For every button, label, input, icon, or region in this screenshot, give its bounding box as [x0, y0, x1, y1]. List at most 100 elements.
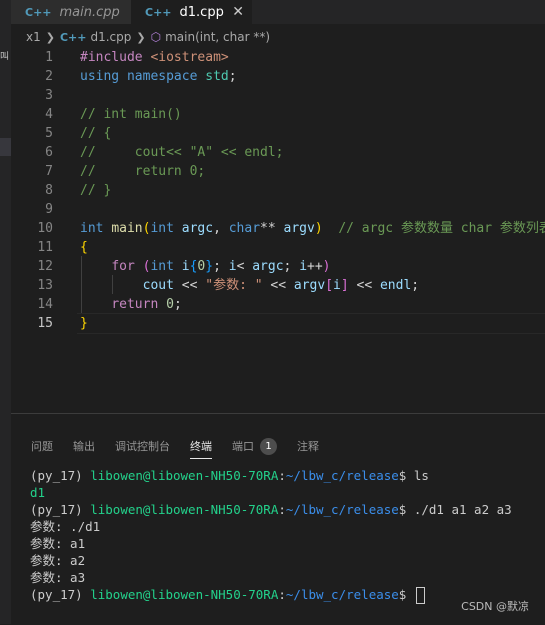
tab-problems[interactable]: 问题: [31, 438, 53, 454]
terminal-output[interactable]: (py_17) libowen@libowen-NH50-70RA: ~/lbw_…: [30, 467, 512, 604]
tab-d1-cpp[interactable]: C++ d1.cpp ✕: [131, 0, 252, 24]
tab-comments[interactable]: 注释: [297, 438, 319, 454]
code-token: // {: [80, 126, 112, 141]
code-line[interactable]: 3: [11, 86, 545, 105]
code-line[interactable]: 13 cout << "参数: " << argv[i] << endl;: [11, 276, 545, 295]
terminal-line: 参数: a1: [30, 535, 512, 552]
terminal-line: d1: [30, 484, 512, 501]
breadcrumb-file[interactable]: d1.cpp: [90, 30, 131, 44]
tab-output[interactable]: 输出: [73, 438, 95, 454]
code-token: // int main(): [80, 107, 182, 122]
code-token: ;: [411, 278, 420, 293]
code-line[interactable]: 2 using namespace std;: [11, 67, 545, 86]
tab-terminal[interactable]: 终端: [190, 438, 212, 459]
terminal-text: libowen@libowen-NH50-70RA: [90, 587, 279, 602]
code-text: // {: [80, 124, 111, 143]
code-line[interactable]: 7 // return 0;: [11, 162, 545, 181]
terminal-text: d1: [30, 485, 46, 500]
terminal-text: ~/lbw_c/release: [285, 468, 399, 483]
code-line[interactable]: 6 // cout<< "A" << endl;: [11, 143, 545, 162]
code-token: return: [111, 297, 159, 312]
code-text: // }: [80, 181, 111, 200]
breadcrumb-folder[interactable]: x1: [26, 30, 41, 44]
close-icon[interactable]: ✕: [232, 4, 244, 20]
code-token: "参数: ": [205, 278, 263, 293]
code-line[interactable]: 14 return 0;: [11, 295, 545, 314]
code-line[interactable]: 5 // {: [11, 124, 545, 143]
chevron-right-icon: ❯: [136, 30, 146, 44]
breadcrumb: x1 ❯ C++ d1.cpp ❯ ⬡ main(int, char **): [11, 28, 270, 46]
terminal-text: $ ./d1 a1 a2 a3: [398, 502, 512, 517]
terminal-line: 参数: ./d1: [30, 518, 512, 535]
code-token: <: [236, 259, 253, 274]
tab-label: main.cpp: [59, 4, 120, 20]
line-number: 9: [45, 202, 53, 217]
code-token: int: [150, 259, 174, 274]
line-number: 3: [45, 88, 53, 103]
terminal-text: (py_17): [30, 468, 91, 483]
terminal-line: (py_17) libowen@libowen-NH50-70RA:~/lbw_…: [30, 467, 512, 484]
tab-debug-console[interactable]: 调试控制台: [115, 438, 170, 454]
code-token: 0: [166, 297, 174, 312]
code-token: <<: [262, 278, 294, 293]
terminal-cursor: [415, 587, 425, 604]
editor-tab-bar: C++ main.cpp C++ d1.cpp ✕: [11, 0, 545, 24]
code-line[interactable]: 10 int main(int argc, char** argv) // arg…: [11, 219, 545, 238]
code-editor[interactable]: 1 #include <iostream> 2 using namespace std…: [11, 47, 545, 413]
tab-label: d1.cpp: [179, 4, 224, 20]
code-line[interactable]: 1 #include <iostream>: [11, 48, 545, 67]
code-line[interactable]: 4 // int main(): [11, 105, 545, 124]
sidebar-selected-row[interactable]: [0, 138, 11, 156]
code-token: i: [299, 259, 308, 274]
code-token: }: [80, 316, 88, 331]
code-token: #include: [80, 50, 151, 65]
line-number: 4: [45, 107, 53, 122]
code-token: ]: [340, 278, 349, 293]
code-line[interactable]: 8 // }: [11, 181, 545, 200]
code-token: ;: [283, 259, 300, 274]
terminal-text: $: [398, 587, 414, 602]
terminal-text: 参数: ./d1: [30, 519, 101, 534]
tab-ports[interactable]: 端口 1: [232, 437, 277, 455]
terminal-text: :: [278, 502, 286, 517]
code-text: using namespace std;: [80, 67, 237, 86]
code-token: ;: [228, 69, 237, 84]
cpp-file-icon: C++: [145, 5, 172, 19]
line-number: 8: [45, 183, 53, 198]
terminal-line: (py_17) libowen@libowen-NH50-70RA:~/lbw_…: [30, 586, 512, 604]
code-text: // cout<< "A" << endl;: [80, 143, 284, 162]
code-token: i: [228, 259, 237, 274]
code-token: <<: [173, 278, 206, 293]
cpp-file-icon: C++: [25, 5, 52, 19]
chevron-right-icon: ❯: [45, 30, 55, 44]
line-number: 14: [37, 297, 53, 312]
code-token: ++: [307, 259, 323, 274]
terminal-text: (py_17): [30, 587, 91, 602]
code-token: ): [322, 259, 331, 274]
line-number: 2: [45, 69, 53, 84]
breadcrumb-symbol[interactable]: main(int, char **): [165, 30, 270, 44]
code-text: cout << "参数: " << argv[i] << endl;: [80, 276, 420, 295]
bottom-panel: 问题 输出 调试控制台 终端 端口 1 注释 (py_17) libowen@l…: [11, 413, 545, 625]
code-token: char: [228, 221, 261, 236]
tab-main-cpp[interactable]: C++ main.cpp: [11, 0, 131, 24]
sidebar-fragment-text: 叫: [0, 52, 10, 62]
terminal-text: 参数: a3: [30, 570, 86, 585]
code-token: ;: [173, 297, 182, 312]
code-token: <<: [348, 278, 380, 293]
terminal-text: (py_17): [30, 502, 91, 517]
code-text: #include <iostream>: [80, 48, 229, 67]
code-line[interactable]: 11 {: [11, 238, 545, 257]
code-line[interactable]: 15}: [11, 314, 545, 333]
code-token: argv: [293, 278, 326, 293]
code-line[interactable]: 12 for (int i{0}; i< argc; i++): [11, 257, 545, 276]
code-token: <iostream>: [150, 50, 229, 65]
code-token: ,: [213, 221, 229, 236]
code-line[interactable]: 9: [11, 200, 545, 219]
code-token: main: [111, 221, 143, 236]
